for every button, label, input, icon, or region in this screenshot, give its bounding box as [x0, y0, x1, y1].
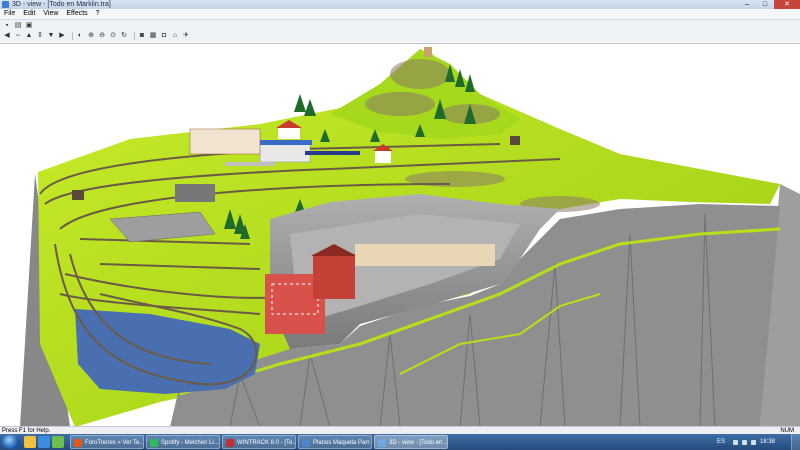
zoom-out-icon[interactable]: ⊖ [98, 32, 106, 40]
system-tray: ES 18:38 [717, 434, 800, 450]
menu-bar: File Edit View Effects ? [0, 9, 800, 20]
taskbar: ForoTrenes » Ver Te... Spotify - Melchio… [0, 434, 800, 450]
menu-effects[interactable]: Effects [62, 9, 91, 19]
hilltop-chapel [424, 47, 432, 57]
menu-help[interactable]: ? [92, 9, 104, 19]
engine-shed [175, 184, 215, 202]
window-title: 3D - view - [Todo en Marklin.tra] [12, 1, 111, 8]
start-button[interactable] [2, 435, 20, 449]
taskbar-item-wintrack[interactable]: WINTRACK 8.0 - [To... [222, 435, 296, 449]
layout-3d-scene [20, 47, 800, 427]
zoom-in-icon[interactable]: ⊕ [87, 32, 95, 40]
language-indicator[interactable]: ES [717, 439, 725, 445]
tray-network-icon[interactable] [741, 439, 747, 445]
red-roof-house [278, 127, 300, 139]
camera-icon[interactable]: ◙ [138, 32, 146, 40]
toolbar-separator [134, 32, 135, 40]
tunnel-portal-right [510, 136, 520, 145]
browser-icon[interactable] [38, 436, 50, 448]
save-icon[interactable]: ▪ [3, 22, 11, 30]
taskbar-item-3d-view[interactable]: 3D - view - [Todo en ... [374, 435, 448, 449]
explorer-icon[interactable] [24, 436, 36, 448]
station-roof [258, 140, 312, 145]
arrow-up-down-icon[interactable]: ⇕ [36, 32, 44, 40]
minimize-button[interactable]: – [738, 0, 756, 9]
zoom-fit-icon[interactable]: ⊙ [109, 32, 117, 40]
app-icon [2, 1, 9, 8]
taskbar-item-planos[interactable]: Planos Maqueta Parr... [298, 435, 372, 449]
arrow-up-icon[interactable]: ▲ [25, 32, 33, 40]
media-icon[interactable] [52, 436, 64, 448]
taskbar-item-spotify[interactable]: Spotify - Melchior Li... [146, 435, 220, 449]
tray-volume-icon[interactable] [750, 439, 756, 445]
village-houses [355, 244, 495, 266]
clock[interactable]: 18:38 [760, 439, 775, 445]
toolbar-row-2: ◀ ⇔ ▲ ⇕ ▼ ▶ ◐ ⊕ ⊖ ⊙ ↻ ◙ ▦ ◘ ⌂ ✈ [3, 31, 193, 41]
small-house [375, 149, 391, 163]
view-icon[interactable]: ◐ [76, 32, 84, 40]
tunnel-portal [72, 190, 84, 200]
toolbar-separator [72, 32, 73, 40]
arrow-left-right-icon[interactable]: ⇔ [14, 32, 22, 40]
texture-icon[interactable]: ▦ [149, 32, 157, 40]
apartment-block [313, 254, 355, 299]
menu-view[interactable]: View [39, 9, 62, 19]
show-desktop-button[interactable] [791, 434, 800, 450]
train-2 [225, 162, 275, 166]
toolbar: ▪ ▤ ▣ ◀ ⇔ ▲ ⇕ ▼ ▶ ◐ ⊕ ⊖ ⊙ ↻ ◙ ▦ ◘ ⌂ ✈ [0, 20, 800, 42]
arrow-left-icon[interactable]: ◀ [3, 32, 11, 40]
fly-icon[interactable]: ✈ [182, 32, 190, 40]
arrow-right-icon[interactable]: ▶ [58, 32, 66, 40]
menu-file[interactable]: File [0, 9, 19, 19]
train [305, 151, 360, 155]
tray-flag-icon[interactable] [732, 439, 738, 445]
print-preview-icon[interactable]: ▣ [25, 22, 33, 30]
taskbar-item-forotrenes[interactable]: ForoTrenes » Ver Te... [70, 435, 144, 449]
town-block [189, 128, 261, 155]
close-button[interactable]: ✕ [774, 0, 800, 9]
window-controls: – □ ✕ [738, 0, 800, 9]
arrow-down-icon[interactable]: ▼ [47, 32, 55, 40]
print-icon[interactable]: ▤ [14, 22, 22, 30]
3d-viewport[interactable] [0, 43, 800, 427]
station-building [259, 143, 311, 163]
rotate-icon[interactable]: ↻ [120, 32, 128, 40]
toolbar-row-1: ▪ ▤ ▣ [3, 21, 36, 31]
menu-edit[interactable]: Edit [19, 9, 39, 19]
maximize-button[interactable]: □ [756, 0, 774, 9]
walk-icon[interactable]: ⌂ [171, 32, 179, 40]
train-icon[interactable]: ◘ [160, 32, 168, 40]
title-bar: 3D - view - [Todo en Marklin.tra] – □ ✕ [0, 0, 800, 9]
